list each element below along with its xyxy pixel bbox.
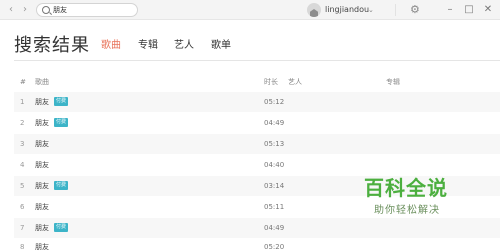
column-album[interactable]: 专辑 (386, 77, 400, 87)
paid-badge: 付费 (54, 118, 69, 127)
table-row[interactable]: 3 朋友 05:13 (14, 134, 500, 154)
row-index: 3 (20, 140, 25, 148)
row-index: 7 (20, 224, 25, 232)
song-title[interactable]: 朋友 (35, 242, 49, 252)
minimize-icon[interactable]: – (444, 3, 456, 17)
search-input[interactable]: 朋友 (36, 3, 138, 17)
row-index: 8 (20, 243, 25, 251)
chevron-down-icon[interactable]: ⌄ (368, 4, 374, 16)
title-bar: ‹ › 朋友 lingjiandou ⌄ ⚙ – □ ✕ (0, 0, 500, 20)
column-artist[interactable]: 艺人 (288, 77, 302, 87)
row-index: 6 (20, 203, 25, 211)
song-title[interactable]: 朋友 (35, 118, 49, 128)
song-duration: 05:12 (264, 98, 285, 106)
search-value[interactable]: 朋友 (53, 4, 67, 16)
song-duration: 03:14 (264, 182, 285, 190)
page-title: 搜索结果 (14, 35, 90, 56)
row-index: 2 (20, 119, 25, 127)
paid-badge: 付费 (54, 97, 69, 106)
back-icon[interactable]: ‹ (5, 4, 17, 16)
song-duration: 05:13 (264, 140, 285, 148)
search-icon (42, 6, 50, 14)
song-title[interactable]: 朋友 (35, 202, 49, 212)
song-duration: 04:40 (264, 161, 285, 169)
column-song[interactable]: 歌曲 (35, 77, 49, 87)
table-row[interactable]: 4 朋友 04:40 (14, 155, 500, 175)
song-title[interactable]: 朋友 (35, 97, 49, 107)
tab-artists[interactable]: 艺人 (174, 39, 194, 53)
song-title[interactable]: 朋友 (35, 139, 49, 149)
table-row[interactable]: 7 朋友 付费 04:49 (14, 218, 500, 238)
maximize-icon[interactable]: □ (463, 3, 475, 17)
song-title[interactable]: 朋友 (35, 181, 49, 191)
song-title[interactable]: 朋友 (35, 223, 49, 233)
song-duration: 04:49 (264, 119, 285, 127)
column-index: # (20, 78, 26, 86)
tab-songs[interactable]: 歌曲 (101, 39, 121, 53)
table-row[interactable]: 2 朋友 付费 04:49 (14, 113, 500, 133)
column-duration[interactable]: 时长 (264, 77, 278, 87)
paid-badge: 付费 (54, 223, 69, 232)
paid-badge: 付费 (54, 181, 69, 190)
tab-albums[interactable]: 专辑 (138, 39, 158, 53)
row-index: 1 (20, 98, 25, 106)
song-title[interactable]: 朋友 (35, 160, 49, 170)
username[interactable]: lingjiandou (325, 4, 369, 16)
tab-playlists[interactable]: 歌单 (211, 39, 231, 53)
forward-icon[interactable]: › (19, 4, 31, 16)
table-row[interactable]: 8 朋友 05:20 (14, 237, 500, 252)
row-index: 4 (20, 161, 25, 169)
song-duration: 05:11 (264, 203, 285, 211)
divider (395, 4, 396, 16)
song-duration: 04:49 (264, 224, 285, 232)
watermark-slogan: 助你轻松解决 (374, 205, 440, 216)
watermark-logo: 百科全说 (364, 176, 448, 200)
avatar[interactable] (307, 3, 321, 17)
header-divider (14, 60, 500, 61)
song-duration: 05:20 (264, 243, 285, 251)
row-index: 5 (20, 182, 25, 190)
table-row[interactable]: 1 朋友 付费 05:12 (14, 92, 500, 112)
close-icon[interactable]: ✕ (482, 3, 494, 17)
gear-icon[interactable]: ⚙ (410, 3, 420, 17)
